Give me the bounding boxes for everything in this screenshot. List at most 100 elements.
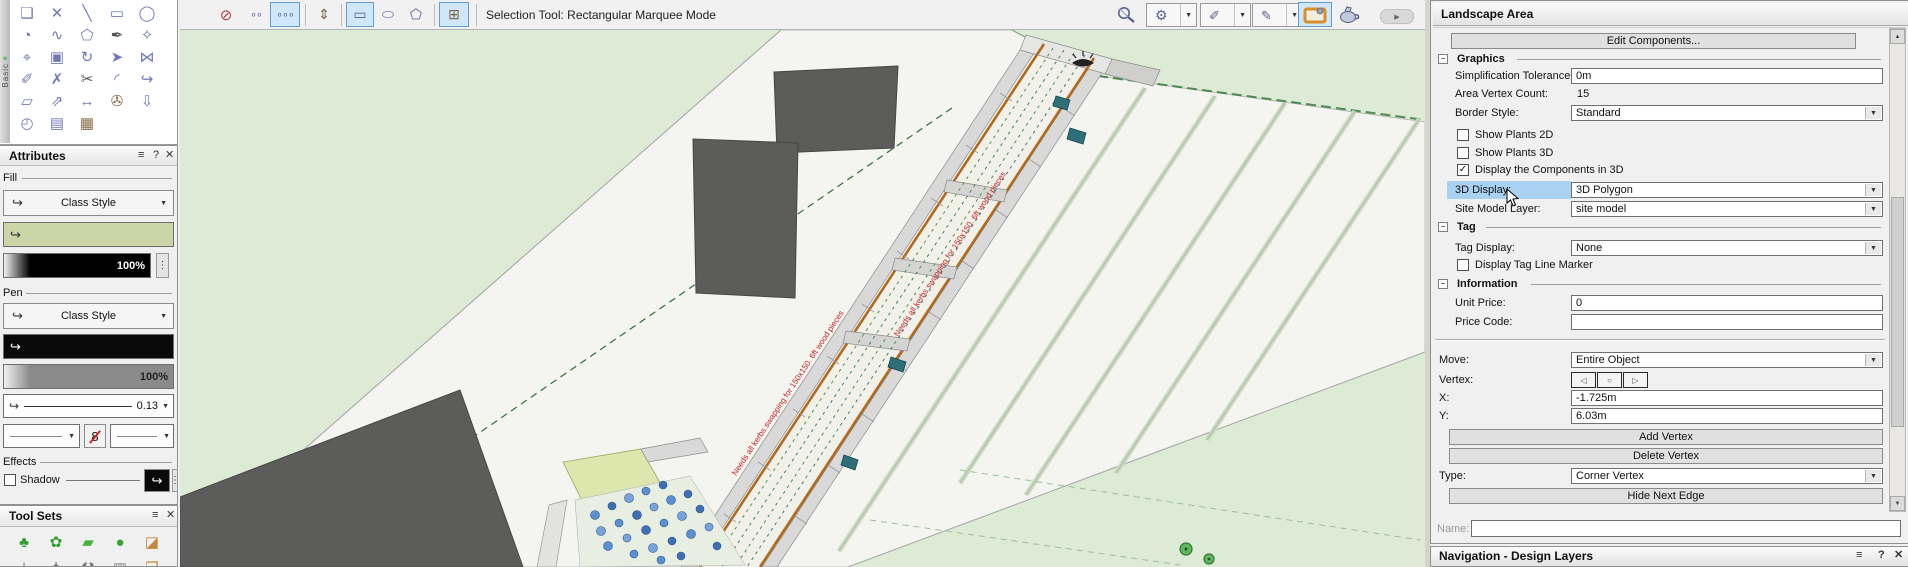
tag-display-dd-icon[interactable]: ▼: [1865, 242, 1881, 254]
hardscape-icon[interactable]: ◪: [136, 529, 168, 555]
toolbar-overflow-toggle[interactable]: ▶: [1380, 9, 1414, 24]
arc-icon[interactable]: ◔: [12, 24, 42, 46]
edit-components-button[interactable]: Edit Components...: [1451, 33, 1856, 49]
line-icon[interactable]: ╲: [72, 2, 102, 24]
ellipse-icon[interactable]: ◯: [132, 2, 162, 24]
attributes-menu-icon[interactable]: ≡: [138, 150, 144, 161]
eyedropper-icon[interactable]: ✒: [102, 24, 132, 46]
rotate-icon[interactable]: ↻: [72, 46, 102, 68]
border-style-dropdown[interactable]: Standard ▼: [1571, 105, 1883, 121]
polygon-icon[interactable]: ⬠: [72, 24, 102, 46]
fence-icon[interactable]: ▥: [104, 555, 136, 566]
column-icon[interactable]: ▤: [42, 112, 72, 134]
drawing-viewport[interactable]: Needs all kerbs swapping for 150x150. 6f…: [180, 30, 1425, 567]
plant-icon[interactable]: ✿: [40, 529, 72, 555]
magic-wand-icon[interactable]: ✧: [132, 24, 162, 46]
palette-dock-handle[interactable]: ✳ Basic: [0, 0, 10, 143]
camera-view-button[interactable]: [1298, 2, 1332, 27]
scrollbar-thumb[interactable]: [1891, 197, 1904, 427]
show-plants-2d-checkbox[interactable]: [1457, 129, 1469, 141]
fill-opacity-bar[interactable]: 100%: [3, 253, 151, 278]
lasso-mode-button[interactable]: ⬭: [376, 2, 400, 27]
vertex-next-button[interactable]: ▷: [1623, 372, 1648, 388]
site-model-layer-dropdown[interactable]: site model ▼: [1571, 201, 1883, 217]
shadow-style-button[interactable]: ↪: [144, 469, 170, 492]
constrain-mode-button[interactable]: ⇕: [310, 2, 338, 27]
render-options-dropdown-button[interactable]: ✎ ▼: [1252, 3, 1303, 27]
stake-icon[interactable]: ⊥: [8, 555, 40, 566]
render-teapot-button[interactable]: [1334, 2, 1364, 27]
grid-select-mode-button[interactable]: ⊞: [439, 2, 469, 27]
eraser-icon[interactable]: ▱: [12, 90, 42, 112]
site-machine-icon[interactable]: ⚒: [72, 555, 104, 566]
pen-class-style-dropdown[interactable]: ↪ Class Style ▼: [3, 303, 174, 329]
tool-sets-close-icon[interactable]: ✕: [166, 510, 175, 521]
disable-interactive-scaling-button[interactable]: ⊘: [213, 2, 239, 27]
massing-folder-icon[interactable]: ❐: [136, 555, 168, 566]
add-vertex-button[interactable]: Add Vertex: [1449, 429, 1883, 445]
rectangle-icon[interactable]: ▭: [102, 2, 132, 24]
scroll-down-button[interactable]: ▼: [1890, 496, 1905, 511]
offset-icon[interactable]: ↪: [132, 68, 162, 90]
move-dd-icon[interactable]: ▼: [1865, 354, 1881, 366]
graphics-collapse-icon[interactable]: −: [1438, 54, 1448, 64]
paint-roller-icon[interactable]: ▦: [72, 112, 102, 134]
move-by-points-icon[interactable]: ⇗: [42, 90, 72, 112]
attributes-close-icon[interactable]: ✕: [165, 150, 174, 161]
deform-icon[interactable]: ➤: [102, 46, 132, 68]
landscape-area-icon[interactable]: ▰: [72, 529, 104, 555]
navigation-close-icon[interactable]: ✕: [1894, 550, 1903, 561]
render-style-dropdown-button[interactable]: ✐ ▼: [1200, 3, 1251, 27]
move-dropdown[interactable]: Entire Object ▼: [1571, 352, 1883, 368]
line-weight-control[interactable]: ↪ 0.13 ▼: [3, 394, 174, 418]
callout-icon[interactable]: ❏: [12, 2, 42, 24]
interactive-scaling-multi-button[interactable]: ∘∘∘: [270, 2, 300, 27]
shadow-menu-icon[interactable]: ⋮: [172, 469, 178, 492]
type-dropdown[interactable]: Corner Vertex ▼: [1571, 468, 1883, 484]
fill-color-swatch[interactable]: ↪: [3, 222, 174, 247]
y-field[interactable]: 6.03m: [1571, 408, 1883, 424]
end-marker-dropdown[interactable]: ▼: [110, 424, 174, 448]
push-pull-icon[interactable]: ⇩: [132, 90, 162, 112]
pen-opacity-bar[interactable]: 100%: [3, 364, 174, 389]
scroll-up-button[interactable]: ▲: [1890, 29, 1905, 44]
mirror-icon[interactable]: ⋈: [132, 46, 162, 68]
x-marker-icon[interactable]: ✕: [42, 2, 72, 24]
interactive-scaling-single-button[interactable]: ∘∘: [244, 2, 268, 27]
simplification-tolerance-field[interactable]: 0m: [1571, 68, 1883, 84]
vertex-current-button[interactable]: ○: [1597, 372, 1622, 388]
marker-disabled-button[interactable]: 8: [84, 424, 106, 448]
join-icon[interactable]: ✗: [42, 68, 72, 90]
vertex-prev-button[interactable]: ◁: [1571, 372, 1596, 388]
hide-next-edge-button[interactable]: Hide Next Edge: [1449, 488, 1883, 504]
tag-collapse-icon[interactable]: −: [1438, 222, 1448, 232]
display-components-checkbox[interactable]: [1457, 164, 1469, 176]
attributes-help-icon[interactable]: ?: [153, 150, 159, 161]
tape-measure-icon[interactable]: ✇: [102, 90, 132, 112]
tag-line-marker-checkbox[interactable]: [1457, 259, 1469, 271]
price-code-field[interactable]: [1571, 314, 1883, 330]
unit-price-field[interactable]: 0: [1571, 295, 1883, 311]
display-3d-dropdown[interactable]: 3D Polygon ▼: [1571, 182, 1883, 198]
information-collapse-icon[interactable]: −: [1438, 279, 1448, 289]
protractor-icon[interactable]: ◴: [12, 112, 42, 134]
spline-icon[interactable]: ∿: [42, 24, 72, 46]
clip-icon[interactable]: ▣: [42, 46, 72, 68]
show-plants-3d-checkbox[interactable]: [1457, 147, 1469, 159]
trim-scissors-icon[interactable]: ✂: [72, 68, 102, 90]
type-dd-icon[interactable]: ▼: [1865, 470, 1881, 482]
start-marker-dropdown[interactable]: ▼: [3, 424, 80, 448]
flyover-zoom-icon[interactable]: [1110, 2, 1142, 27]
survey-instrument-icon[interactable]: ⋔: [40, 555, 72, 566]
border-style-dd-icon[interactable]: ▼: [1865, 107, 1881, 119]
shadow-checkbox[interactable]: [4, 474, 16, 486]
visibility-icon[interactable]: ⌖: [12, 46, 42, 68]
dimension-icon[interactable]: ↔: [72, 90, 102, 112]
existing-plants-icon[interactable]: ♣: [8, 529, 40, 555]
tag-display-dropdown[interactable]: None ▼: [1571, 240, 1883, 256]
navigation-help-icon[interactable]: ?: [1878, 550, 1885, 561]
polygon-lasso-mode-button[interactable]: ⬠: [402, 2, 430, 27]
display-3d-dd-icon[interactable]: ▼: [1865, 184, 1881, 196]
name-field[interactable]: [1471, 520, 1901, 537]
settings-dropdown-button[interactable]: ⚙ ▼: [1146, 3, 1197, 27]
